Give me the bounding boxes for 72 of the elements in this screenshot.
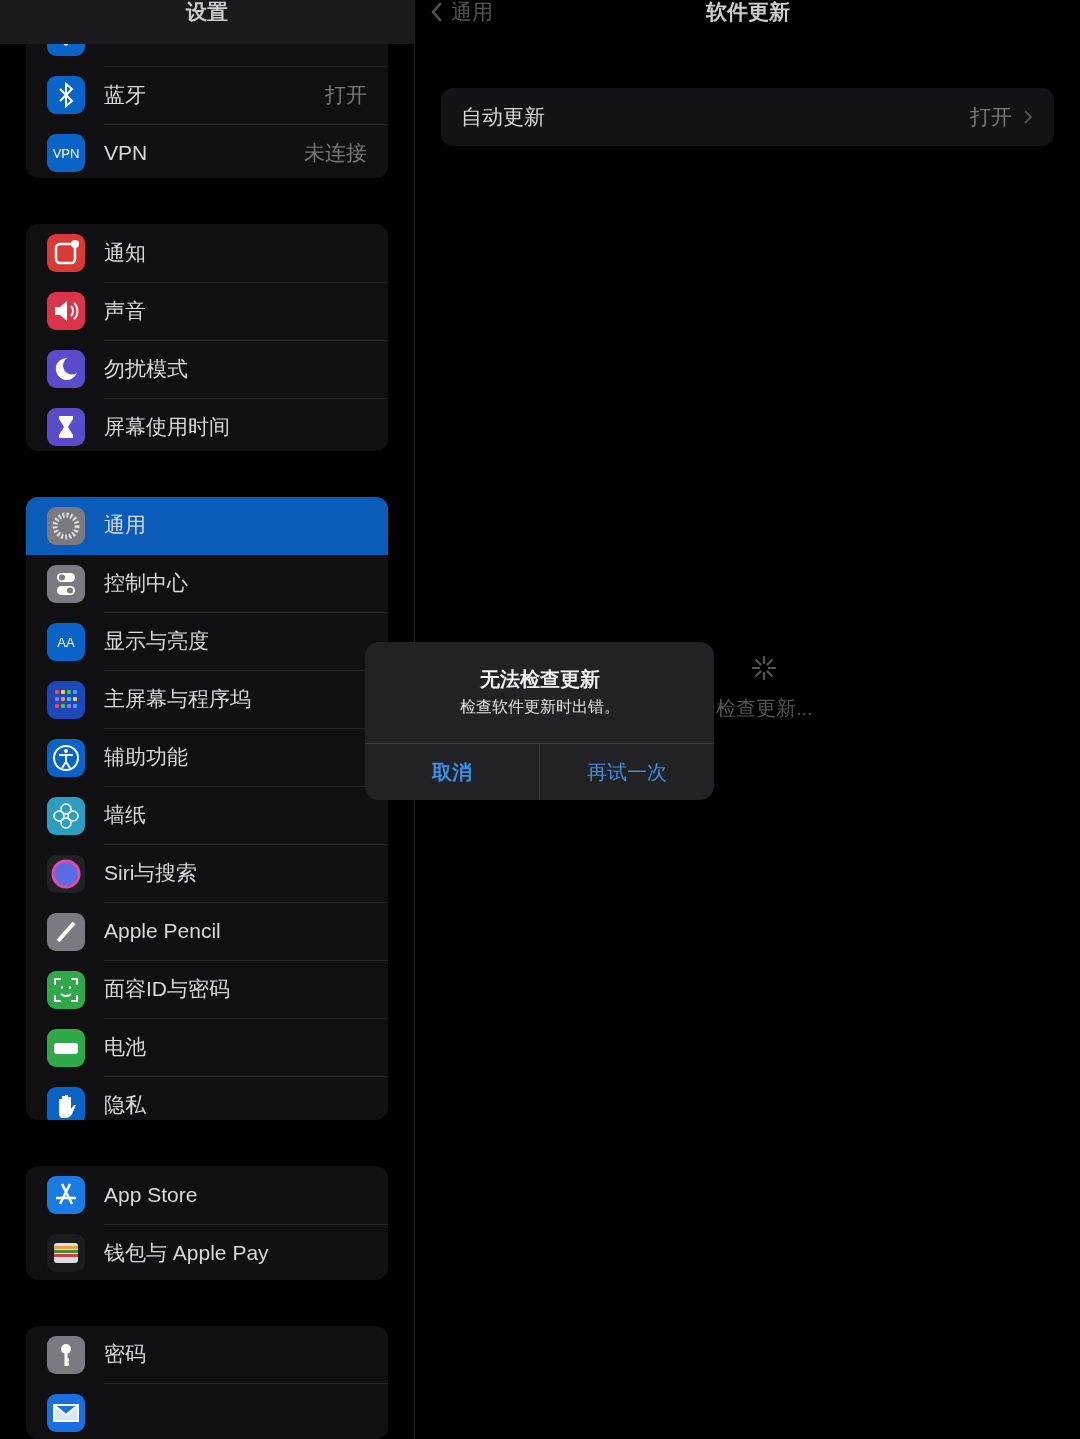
settings-row[interactable]: 隐私 <box>26 1076 388 1121</box>
alert-message: 检查软件更新时出错。 <box>459 697 620 717</box>
settings-row[interactable]: 屏幕使用时间 <box>26 398 388 451</box>
pencil-icon <box>47 912 85 951</box>
row-label: 辅助功能 <box>104 744 188 771</box>
envelope-icon <box>47 1393 85 1432</box>
chevron-icon <box>1024 110 1032 124</box>
row-label: 控制中心 <box>104 570 188 597</box>
row-value: 打开 <box>325 81 367 108</box>
row-label: 墙纸 <box>104 802 146 829</box>
settings-row[interactable]: App Store <box>26 1166 388 1225</box>
row-label: 隐私 <box>104 1092 146 1119</box>
row-label: 面容ID与密码 <box>104 976 230 1003</box>
back-chevron-icon <box>431 1 443 23</box>
settings-row[interactable]: VPN VPN 未连接 <box>26 124 388 179</box>
row-label: 屏幕使用时间 <box>104 413 230 440</box>
settings-row[interactable]: 面容ID与密码 <box>26 960 388 1019</box>
flower-icon <box>47 796 85 835</box>
row-value: 打开 <box>970 104 1012 130</box>
app-store-icon <box>47 1176 85 1215</box>
row-label: 勿扰模式 <box>104 355 188 382</box>
orb-icon <box>47 854 85 893</box>
sidebar-title: 设置 <box>186 0 228 25</box>
settings-row[interactable]: Siri与搜索 <box>26 844 388 903</box>
notification-icon <box>47 234 85 273</box>
app-grid-icon <box>47 680 85 719</box>
battery-icon <box>47 1028 85 1067</box>
toggles-icon <box>47 564 85 603</box>
row-value: 未连接 <box>304 139 367 166</box>
row-label: 蓝牙 <box>104 81 146 108</box>
row-label: App Store <box>104 1182 198 1207</box>
spinner-icon <box>751 655 778 681</box>
settings-row[interactable]: 通用 <box>26 496 388 555</box>
retry-button[interactable]: 再试一次 <box>539 744 714 800</box>
text-size-icon: AA <box>47 622 85 661</box>
row-label: Apple Pencil <box>104 919 221 944</box>
alert-title: 无法检查更新 <box>479 667 600 692</box>
row-label: 通用 <box>104 512 146 539</box>
settings-row[interactable]: 自动更新 打开 <box>441 88 1054 146</box>
page-title: 软件更新 <box>705 0 790 24</box>
settings-row[interactable]: 通知 <box>26 224 388 283</box>
row-label: 钱包与 Apple Pay <box>104 1239 269 1266</box>
row-label: 密码 <box>104 1341 146 1368</box>
accessibility-icon <box>47 738 85 777</box>
row-label: 通知 <box>104 239 146 266</box>
moon-icon <box>47 350 85 389</box>
hourglass-icon <box>47 408 85 447</box>
settings-row[interactable]: 蓝牙 打开 <box>26 66 388 124</box>
speaker-icon <box>47 292 85 331</box>
settings-row[interactable]: 控制中心 <box>26 554 388 613</box>
row-label: 显示与亮度 <box>104 628 209 655</box>
status-text: 检查更新... <box>716 696 813 721</box>
vpn-icon: VPN <box>47 134 85 172</box>
settings-row[interactable]: Apple Pencil <box>26 902 388 961</box>
face-icon <box>47 970 85 1009</box>
wallet-icon <box>47 1234 85 1273</box>
row-label: 自动更新 <box>461 104 546 130</box>
row-label: 主屏幕与程序坞 <box>104 686 251 713</box>
cancel-button[interactable]: 取消 <box>365 744 539 800</box>
settings-row[interactable]: 密码 <box>26 1325 388 1384</box>
settings-row[interactable]: 勿扰模式 <box>26 340 388 399</box>
settings-row[interactable]: 电池 <box>26 1018 388 1077</box>
settings-row[interactable]: 钱包与 Apple Pay <box>26 1224 388 1280</box>
row-label: Siri与搜索 <box>104 860 198 887</box>
row-label: VPN <box>104 140 148 165</box>
settings-row[interactable]: 声音 <box>26 282 388 341</box>
row-label: 电池 <box>104 1034 146 1061</box>
bluetooth-icon <box>47 76 85 114</box>
row-label: 声音 <box>104 297 146 324</box>
hand-icon <box>47 1086 85 1121</box>
key-icon <box>47 1335 85 1374</box>
settings-icon <box>47 506 85 545</box>
